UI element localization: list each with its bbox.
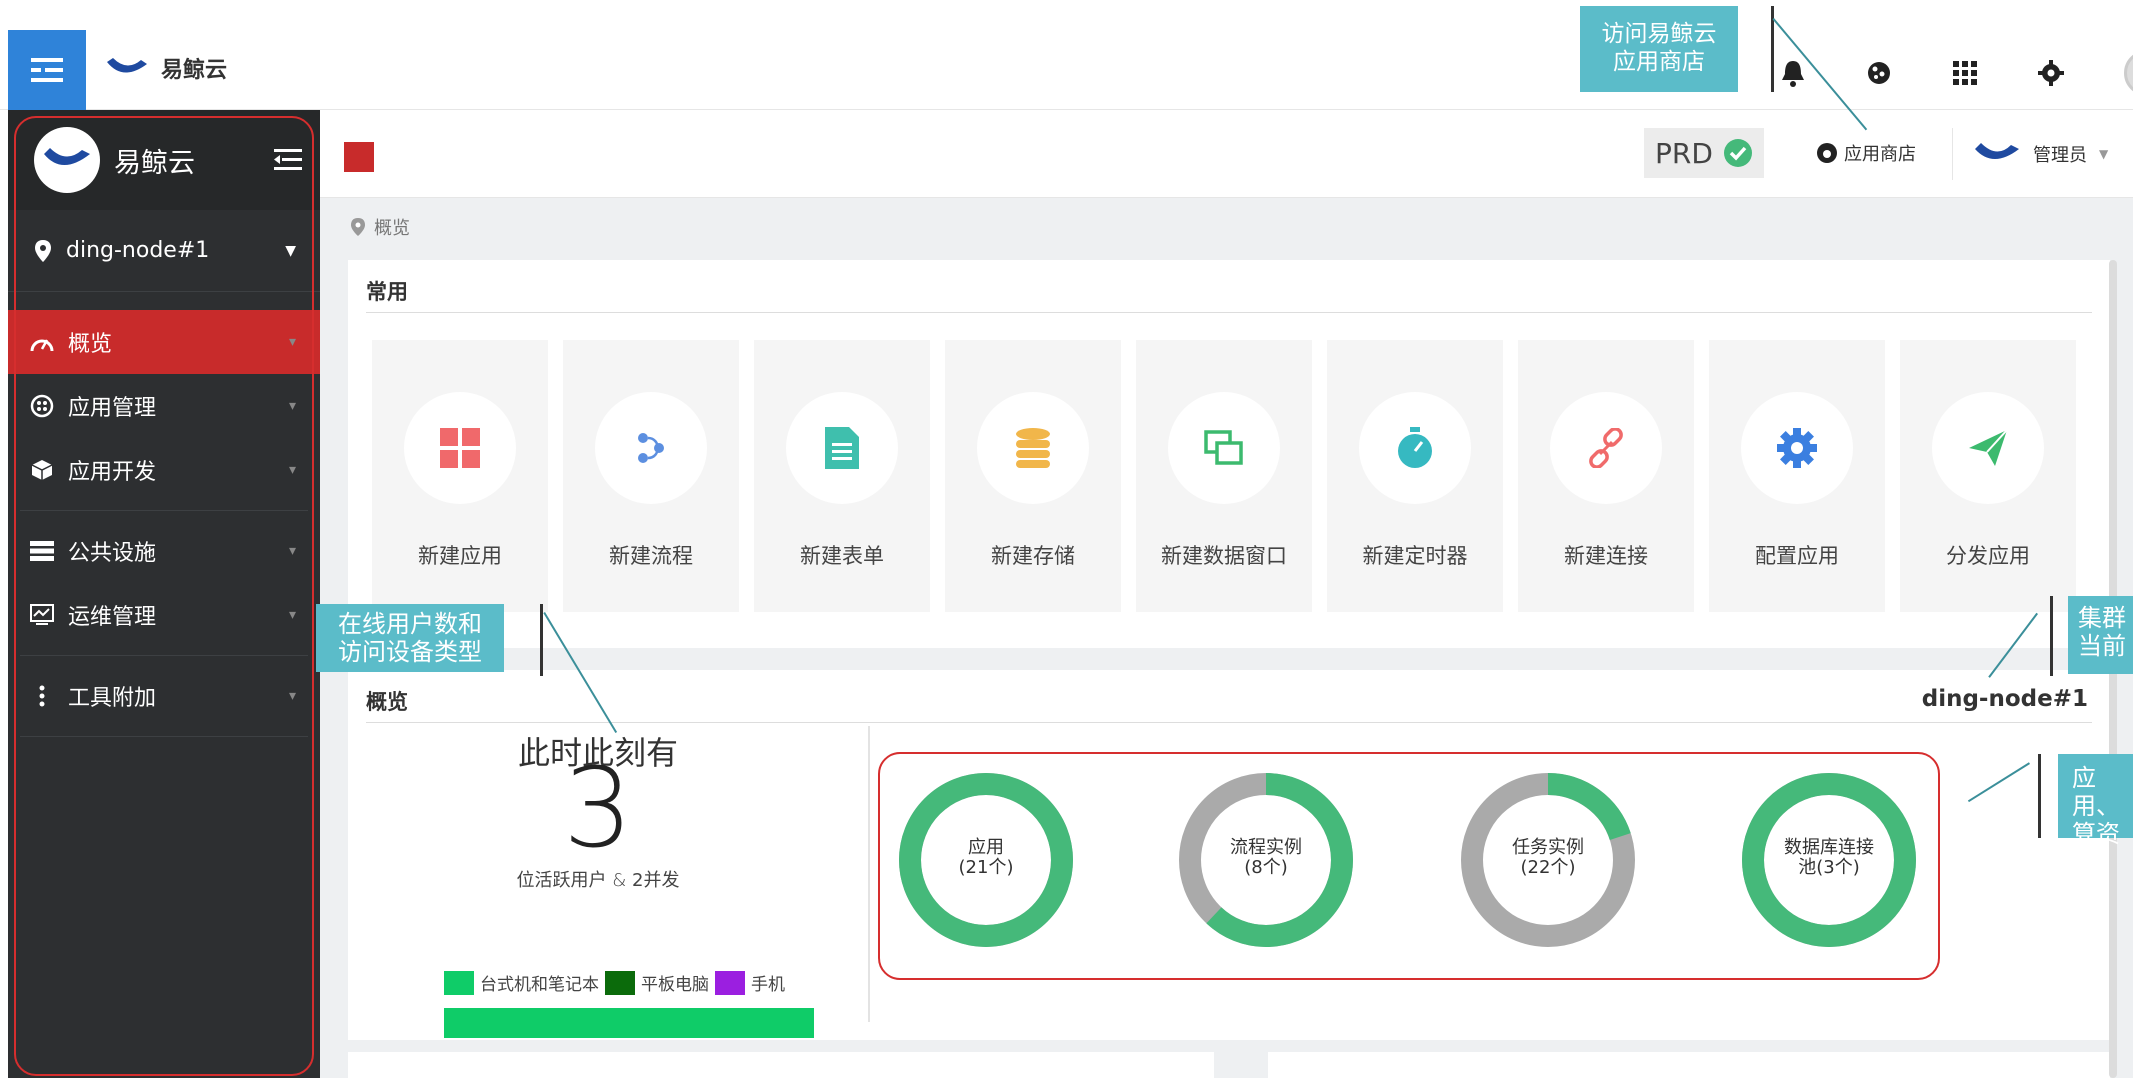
top-bar: 易鲸云	[0, 30, 2133, 110]
overview-node-name: ding-node#1	[1921, 686, 2088, 712]
admin-menu[interactable]: 管理员 ▼	[1952, 128, 2108, 180]
env-badge[interactable]: PRD	[1644, 128, 1764, 178]
location-pin-icon	[351, 218, 365, 236]
callout-bar	[2050, 596, 2053, 676]
concurrency-count: 2	[632, 870, 644, 891]
tile-label: 新建定时器	[1362, 544, 1468, 568]
tile-new-connection[interactable]: 新建连接	[1518, 340, 1694, 612]
callout-line2: 当前	[2078, 632, 2126, 660]
check-circle-icon	[1723, 139, 1752, 167]
legend-label: 台式机和笔记本	[480, 975, 599, 995]
tile-new-app[interactable]: 新建应用	[372, 340, 548, 612]
windows-icon	[404, 392, 516, 504]
form-icon	[786, 392, 898, 504]
callout-app-store: 访问易鲸云 应用商店	[1580, 6, 1738, 92]
callout-line1: 访问易鲸云	[1601, 21, 1717, 47]
gear-icon	[1741, 392, 1853, 504]
grid-icon[interactable]	[1952, 60, 1978, 86]
callout-line1: 应用、	[2072, 764, 2120, 820]
resource-highlight-box	[878, 752, 1940, 980]
tile-label: 配置应用	[1755, 544, 1839, 568]
sidebar-highlight-box	[14, 116, 314, 1076]
tile-label: 新建流程	[609, 544, 693, 568]
flow-icon	[595, 392, 707, 504]
window-icon	[1168, 392, 1280, 504]
admin-label: 管理员	[2033, 145, 2087, 166]
timer-icon	[1359, 392, 1471, 504]
callout-bar	[2038, 754, 2041, 838]
callout-line1: 集群	[2078, 604, 2126, 632]
legend-swatch-desktop	[444, 970, 474, 995]
users-summary: 位活跃用户 & 2并发	[348, 866, 848, 892]
app-badge	[344, 142, 374, 172]
concurrency-suffix: 并发	[643, 870, 680, 891]
tile-label: 分发应用	[1946, 544, 2030, 568]
tile-new-form[interactable]: 新建表单	[754, 340, 930, 612]
callout-line1: 在线用户数和	[338, 610, 482, 638]
device-distribution-bar	[444, 1008, 814, 1038]
callout-line2: 访问设备类型	[338, 638, 482, 666]
users-label: 位活跃用户 &	[516, 870, 633, 891]
app-store-label: 应用商店	[1844, 144, 1916, 165]
divider	[868, 726, 870, 1022]
main-area: PRD 应用商店 管理员 ▼ 概览 常用 新建应用 新建流程 新建表单 新建存储…	[320, 110, 2133, 1082]
database-icon	[977, 392, 1089, 504]
whale-logo-icon	[107, 58, 147, 73]
gear-icon[interactable]	[2038, 60, 2064, 86]
top-brand[interactable]: 易鲸云	[105, 52, 227, 84]
menu-toggle-button[interactable]	[8, 30, 86, 110]
callout-resources: 应用、 算资源	[2058, 754, 2133, 876]
cookie-icon[interactable]	[1866, 60, 1892, 86]
tile-new-flow[interactable]: 新建流程	[563, 340, 739, 612]
tile-label: 新建数据窗口	[1161, 544, 1287, 568]
tile-label: 新建连接	[1564, 544, 1648, 568]
callout-line2: 应用商店	[1613, 49, 1705, 75]
brand-name: 易鲸云	[161, 58, 228, 83]
store-icon	[1817, 143, 1837, 163]
tile-new-data-window[interactable]: 新建数据窗口	[1136, 340, 1312, 612]
legend-swatch-tablet	[605, 970, 635, 995]
tile-label: 新建表单	[800, 544, 884, 568]
tile-config-app[interactable]: 配置应用	[1709, 340, 1885, 612]
callout-bar	[540, 604, 543, 676]
tile-label: 新建应用	[418, 544, 502, 568]
tile-distribute-app[interactable]: 分发应用	[1900, 340, 2076, 612]
divider	[366, 312, 2092, 313]
env-label: PRD	[1655, 136, 1713, 170]
legend-label: 手机	[751, 975, 785, 995]
callout-cluster: 集群 当前	[2068, 596, 2133, 674]
whale-logo-icon	[1975, 143, 2019, 159]
app-store-link[interactable]: 应用商店	[1816, 140, 1916, 166]
device-legend: 台式机和笔记本 平板电脑 手机	[444, 970, 785, 995]
common-card: 常用 新建应用 新建流程 新建表单 新建存储 新建数据窗口 新建定时器 新建连接…	[348, 260, 2110, 648]
bell-icon[interactable]	[1780, 59, 1806, 87]
tile-new-timer[interactable]: 新建定时器	[1327, 340, 1503, 612]
common-title: 常用	[366, 280, 408, 304]
breadcrumb: 概览	[350, 214, 410, 240]
tile-label: 新建存储	[991, 544, 1075, 568]
legend-swatch-phone	[715, 970, 745, 995]
active-users-count: 3	[563, 744, 633, 872]
breadcrumb-current: 概览	[374, 218, 410, 239]
user-avatar-icon[interactable]	[2124, 50, 2133, 96]
callout-online-users: 在线用户数和 访问设备类型	[316, 604, 504, 672]
divider	[366, 722, 2092, 723]
overview-title: 概览	[366, 690, 408, 714]
hamburger-icon	[31, 58, 63, 82]
callout-line2: 算资源	[2072, 820, 2120, 876]
legend-label: 平板电脑	[641, 975, 709, 995]
link-icon	[1550, 392, 1662, 504]
caret-down-icon: ▼	[2099, 147, 2109, 161]
send-icon	[1932, 392, 2044, 504]
tile-new-storage[interactable]: 新建存储	[945, 340, 1121, 612]
